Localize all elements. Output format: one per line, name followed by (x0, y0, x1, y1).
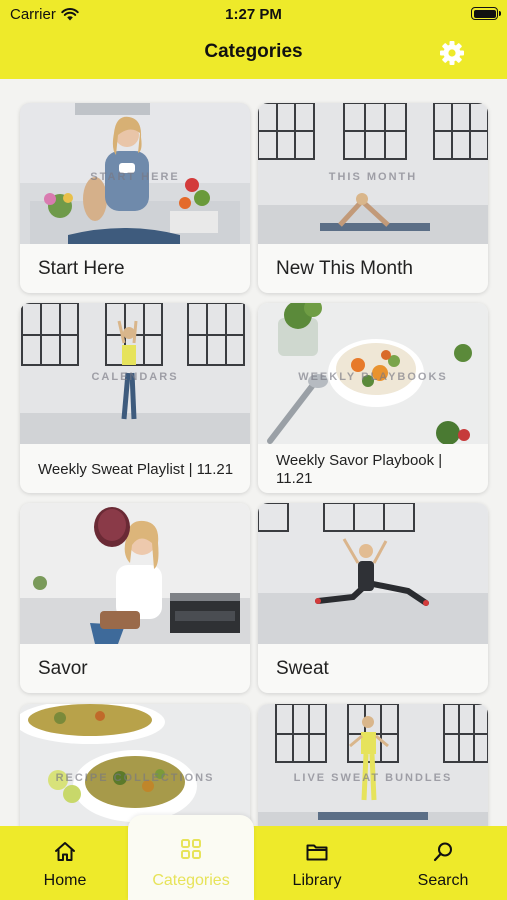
category-card-savor[interactable]: Savor (20, 503, 250, 693)
category-label: Weekly Savor Playbook | 11.21 (276, 451, 443, 487)
category-card-start-here[interactable]: START HERE Start Here (20, 103, 250, 293)
category-overlay-text: THIS MONTH (328, 171, 418, 183)
category-overlay-text: RECIPE COLLECTIONS (55, 772, 215, 784)
category-image: THIS MONTH (258, 103, 488, 244)
grid-icon (181, 839, 201, 859)
battery-icon (471, 7, 501, 20)
category-image: LIVE SWEAT BUNDLES (258, 704, 488, 845)
tab-label: Library (292, 872, 342, 889)
category-image (258, 503, 488, 644)
category-label: Weekly Sweat Playlist | 11.21 (38, 460, 234, 478)
tab-library[interactable]: Library (254, 826, 380, 900)
category-overlay-text: WEEKLY PLAYBOOKS (298, 371, 448, 383)
home-icon (55, 842, 75, 861)
category-image: CALENDARS (20, 303, 250, 444)
tab-categories[interactable]: Categories (128, 815, 254, 900)
category-card-weekly-savor-playbook[interactable]: WEEKLY PLAYBOOKS Weekly Savor Playbook |… (258, 303, 488, 493)
category-card-sweat[interactable]: Sweat (258, 503, 488, 693)
tab-label: Categories (152, 872, 230, 889)
category-overlay-text: START HERE (90, 171, 180, 183)
tab-home[interactable]: Home (2, 826, 128, 900)
category-label: Sweat (276, 657, 329, 679)
top-bar: Carrier 1:27 PM Categories (0, 0, 507, 79)
tab-label: Home (43, 872, 87, 889)
category-image: START HERE (20, 103, 250, 244)
search-icon (433, 842, 452, 862)
page-title: Categories (204, 41, 303, 62)
category-image: WEEKLY PLAYBOOKS (258, 303, 488, 444)
category-overlay-text: CALENDARS (91, 371, 179, 383)
tab-bar: Home Categories Library Search (0, 815, 507, 900)
category-label: Start Here (38, 257, 125, 279)
tab-label: Search (417, 872, 469, 889)
category-card-weekly-sweat-playlist[interactable]: CALENDARS Weekly Sweat Playlist | 11.21 (20, 303, 250, 493)
status-bar: Carrier 1:27 PM (0, 0, 507, 28)
category-label: New This Month (276, 257, 413, 279)
category-card-new-this-month[interactable]: THIS MONTH New This Month (258, 103, 488, 293)
category-overlay-text: LIVE SWEAT BUNDLES (293, 772, 453, 784)
category-image (20, 503, 250, 644)
folder-icon (306, 844, 328, 861)
gear-icon[interactable] (438, 39, 466, 67)
tab-search[interactable]: Search (380, 826, 506, 900)
category-label: Savor (38, 657, 88, 679)
status-time: 1:27 PM (225, 6, 282, 23)
